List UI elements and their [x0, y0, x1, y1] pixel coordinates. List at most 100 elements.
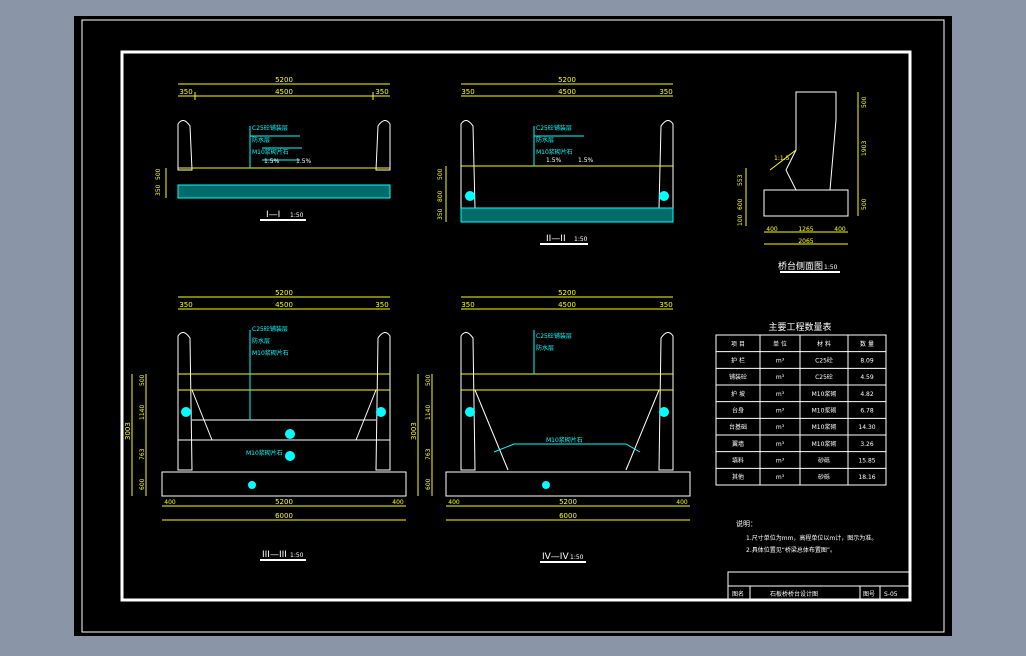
s1-title: I—I	[266, 210, 280, 220]
table-cell: m³	[776, 424, 785, 431]
s1-left: 350	[179, 88, 192, 96]
s4-dim-v2: 1140	[425, 405, 432, 420]
s3-base: 6000	[275, 512, 293, 520]
table-cell: m³	[776, 474, 785, 481]
notes-line-1: 1.尺寸单位为mm，高程单位以m计，图示为准。	[746, 534, 877, 542]
abutment-bottom-left: 400	[766, 226, 778, 233]
s4-note-1: C25砼铺装层	[536, 332, 572, 340]
table-cell: m³	[776, 358, 785, 365]
s4-b-right: 400	[676, 499, 688, 506]
s1-slope-1: 1.5%	[264, 158, 280, 165]
s3-dim-total: 3003	[124, 422, 132, 440]
s4-dim-total: 3003	[410, 422, 418, 440]
s4-total: 5200	[558, 289, 576, 297]
titleblock-name: 石板桥桥台设计图	[770, 590, 818, 598]
s4-dim-v1: 500	[425, 374, 432, 386]
s3-note-2: 防水层	[252, 337, 270, 345]
table-cell: 台身	[732, 407, 744, 415]
s3-dim-v2: 1140	[139, 405, 146, 420]
s3-scale: 1:50	[290, 552, 304, 559]
table-cell: M10浆砌	[812, 423, 837, 431]
s1-right: 350	[375, 88, 388, 96]
table-cell: 18.16	[858, 474, 875, 481]
abutment-dim-4: 553	[737, 174, 744, 186]
s2-rebar-left	[465, 191, 475, 201]
table-header-cell: 数 量	[860, 340, 874, 348]
table-cell: 4.82	[860, 391, 874, 398]
table-cell: C25砼	[815, 373, 833, 381]
table-header-cell: 项 目	[731, 341, 745, 348]
s4-right: 350	[659, 301, 672, 309]
abutment-dim-3: 500	[861, 198, 868, 210]
s3-note-3: M10浆砌片石	[252, 349, 289, 357]
s4-fill-label: M10浆砌片石	[546, 436, 583, 444]
table-cell: 3.26	[860, 441, 874, 448]
s4-title: IV—IV	[542, 552, 569, 562]
s2-scale: 1:50	[574, 236, 588, 243]
s3-bottom: 5200	[275, 498, 293, 506]
s4-middle: 4500	[558, 301, 576, 309]
table-cell: 6.78	[860, 408, 874, 415]
s1-slope-2: 1.5%	[296, 158, 312, 165]
s2-rebar-right	[659, 191, 669, 201]
table-cell: 其他	[732, 473, 744, 481]
s3-middle: 4500	[275, 301, 293, 309]
s1-middle: 4500	[275, 88, 293, 96]
titleblock-label: 图名	[732, 590, 744, 598]
s1-note-1: C25砼铺装层	[252, 124, 288, 132]
s3-dim-v1: 500	[139, 374, 146, 386]
s1-total: 5200	[275, 76, 293, 84]
s3-dim-v3: 763	[139, 448, 146, 460]
s2-right: 350	[659, 88, 672, 96]
s3-right: 350	[375, 301, 388, 309]
s4-base: 6000	[559, 512, 577, 520]
s2-dim-v3: 350	[437, 208, 444, 220]
abutment-slope: 1:1.5	[774, 155, 790, 162]
table-title: 主要工程数量表	[768, 321, 831, 333]
table-cell: 护 栏	[731, 357, 745, 365]
table-cell: M10浆砌	[812, 390, 837, 398]
s2-slope-1: 1.5%	[546, 157, 562, 164]
s3-title: III—III	[262, 550, 287, 560]
s3-dim-v4: 600	[139, 478, 146, 490]
s3-rebar-3	[285, 429, 295, 439]
s2-total: 5200	[558, 76, 576, 84]
s2-note-2: 防水层	[536, 136, 554, 144]
s3-note-1: C25砼铺装层	[252, 325, 288, 333]
table-cell: m³	[776, 391, 785, 398]
s3-b-right: 400	[392, 499, 404, 506]
s2-title: II—II	[546, 234, 566, 244]
table-cell: 砂砾	[818, 457, 830, 465]
abutment-dim-5: 600	[737, 198, 744, 210]
abutment-dim-1: 500	[861, 96, 868, 108]
table-cell: m³	[776, 408, 785, 415]
s1-dim-v1: 500	[155, 168, 162, 180]
titleblock-no: S-05	[884, 591, 898, 598]
table-cell: m³	[776, 374, 785, 381]
table-cell: M10浆砌	[812, 407, 837, 415]
s2-left: 350	[461, 88, 474, 96]
s4-dim-v4: 600	[425, 478, 432, 490]
s3-rebar-2	[376, 407, 386, 417]
s4-note-2: 防水层	[536, 344, 554, 352]
table-cell: 铺装砼	[729, 373, 747, 381]
table-cell: 翼墙	[732, 440, 744, 448]
s3-b-left: 400	[164, 499, 176, 506]
abutment-scale: 1:50	[824, 264, 838, 271]
s4-bottom: 5200	[559, 498, 577, 506]
table-cell: M10浆砌	[812, 440, 837, 448]
table-cell: 15.85	[858, 458, 875, 465]
s4-left: 350	[461, 301, 474, 309]
notes-line-2: 2.具体位置见“桥梁总体布置图”。	[746, 546, 836, 554]
s3-left: 350	[179, 301, 192, 309]
table-cell: 护 坡	[731, 390, 745, 398]
table-cell: C25砼	[815, 357, 833, 365]
s3-total: 5200	[275, 289, 293, 297]
table-cell: 砂砾	[818, 473, 830, 481]
abutment-total: 2065	[798, 238, 813, 245]
s1-note-3: M10浆砌片石	[252, 148, 289, 156]
s4-scale: 1:50	[570, 554, 584, 561]
s3-fill-label: M10浆砌片石	[246, 449, 283, 457]
s2-note-3: M10浆砌片石	[536, 148, 573, 156]
table-header-cell: 单 位	[773, 340, 787, 348]
